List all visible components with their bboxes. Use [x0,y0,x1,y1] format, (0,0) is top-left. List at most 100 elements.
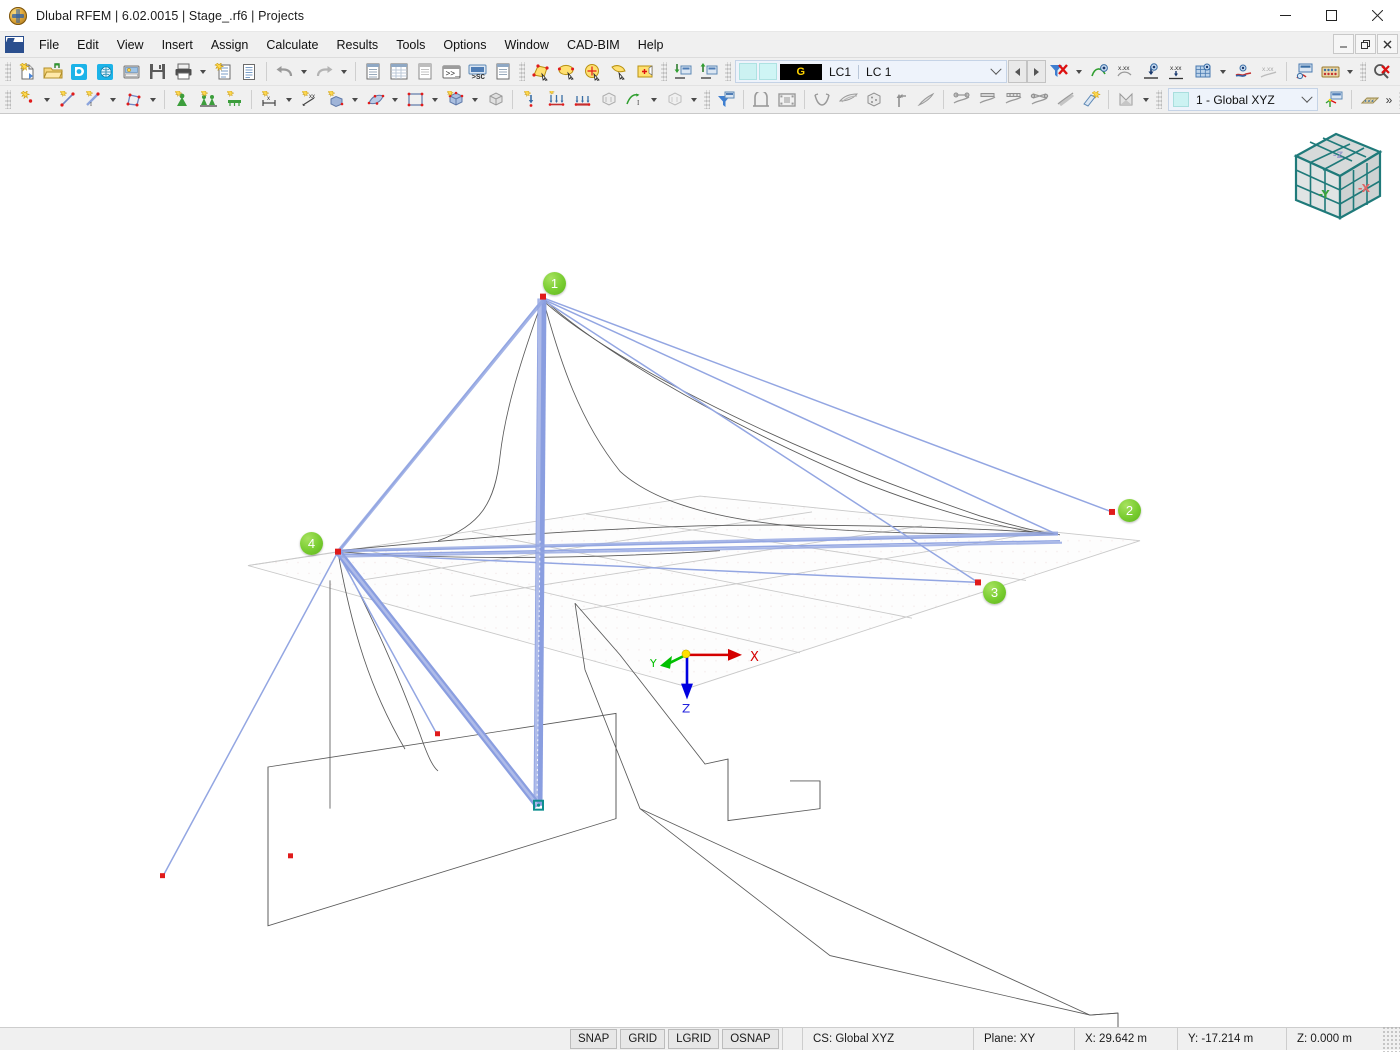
work-plane-grid-icon[interactable] [1356,87,1382,112]
solid-set-caret[interactable] [468,87,482,112]
dlubal-center-icon[interactable] [66,59,92,84]
toolbar-grip-2[interactable] [519,62,525,81]
cable-icon[interactable] [809,87,835,112]
support-reaction-icon[interactable] [1138,59,1164,84]
mdi-close-button[interactable] [1377,34,1398,54]
release-2-icon[interactable] [974,87,1000,112]
line-support-icon[interactable] [195,87,221,112]
mdi-minimize-button[interactable] [1333,34,1354,54]
report-icon[interactable] [236,59,262,84]
node-badge-2[interactable]: 2 [1118,499,1141,522]
values-xxx-icon[interactable]: x.xx [1112,59,1138,84]
member-support-icon[interactable] [221,87,247,112]
select-add-icon[interactable] [632,59,658,84]
toolbar-grip[interactable] [5,62,11,81]
status-toggle-osnap[interactable]: OSNAP [722,1029,779,1049]
dimension-caret[interactable] [282,87,296,112]
nodal-load-icon[interactable] [517,87,543,112]
section-icon[interactable] [748,87,774,112]
member-load-icon[interactable] [569,87,595,112]
line-load-icon[interactable] [543,87,569,112]
new-surface-icon[interactable] [120,87,146,112]
menu-window[interactable]: Window [495,34,557,56]
block-icon[interactable] [482,87,508,112]
surface-set-icon[interactable] [362,87,388,112]
result-table-icon[interactable] [1317,59,1343,84]
filter-caret[interactable] [1072,59,1086,84]
export-icon[interactable] [696,59,722,84]
surface-results-icon[interactable] [1190,59,1216,84]
status-toggle-lgrid[interactable]: LGRID [668,1029,720,1049]
dimension-xx-icon[interactable]: xx [296,87,322,112]
menu-file[interactable]: File [30,34,68,56]
new-report-icon[interactable] [210,59,236,84]
menu-calculate[interactable]: Calculate [257,34,327,56]
node-badge-3[interactable]: 3 [983,581,1006,604]
toolbar2-overflow-icon[interactable]: » [1382,88,1396,111]
next-load-case-button[interactable] [1027,60,1046,83]
values-xxx-3-icon[interactable]: x.xx [1256,59,1282,84]
new-model-icon[interactable] [14,59,40,84]
result-table-caret[interactable] [1343,59,1357,84]
up-arrow-icon[interactable] [887,87,913,112]
close-button[interactable] [1354,0,1400,31]
values-xxx-2-icon[interactable]: x.xx [1164,59,1190,84]
toolbar-grip-4[interactable] [725,62,731,81]
imperfection-icon[interactable] [661,87,687,112]
opening-icon[interactable] [402,87,428,112]
slash-icon[interactable] [913,87,939,112]
previous-load-case-button[interactable] [1008,60,1027,83]
release-1-icon[interactable] [948,87,974,112]
free-load-icon[interactable]: I [621,87,647,112]
menu-edit[interactable]: Edit [68,34,108,56]
toolbar2-grip-2[interactable] [704,90,710,109]
surface-set-caret[interactable] [388,87,402,112]
opening-caret[interactable] [428,87,442,112]
menu-cad-bim[interactable]: CAD-BIM [558,34,629,56]
new-node-caret[interactable] [40,87,54,112]
script-icon[interactable]: >SC [464,59,490,84]
menu-results[interactable]: Results [328,34,388,56]
result-diagram-icon[interactable] [1291,59,1317,84]
imperfection-caret[interactable] [687,87,701,112]
cutting-plane-icon[interactable] [1078,87,1104,112]
menu-help[interactable]: Help [629,34,673,56]
release-4-icon[interactable] [1026,87,1052,112]
toolbar2-grip[interactable] [5,90,11,109]
surface-load-icon[interactable] [595,87,621,112]
select-objects-icon[interactable] [528,59,554,84]
release-3-icon[interactable] [1000,87,1026,112]
menu-view[interactable]: View [108,34,153,56]
undo-icon[interactable] [271,59,297,84]
menu-assign[interactable]: Assign [202,34,258,56]
release-5-icon[interactable] [1052,87,1078,112]
solid-caret[interactable] [348,87,362,112]
model-3d-scene[interactable]: X Y Z X Y Z [0,114,1400,1027]
resize-grip[interactable] [1383,1026,1400,1052]
coordinate-system-combo[interactable]: 1 - Global XYZ [1168,88,1318,111]
menu-options[interactable]: Options [434,34,495,56]
chevron-down-icon[interactable] [986,62,1006,81]
import-icon[interactable] [670,59,696,84]
membrane-icon[interactable] [835,87,861,112]
free-load-caret[interactable] [647,87,661,112]
dimension-x-icon[interactable]: x [256,87,282,112]
toolbar-grip-3[interactable] [661,62,667,81]
render-box-icon[interactable] [1395,59,1400,84]
table-grid-icon[interactable] [386,59,412,84]
model-properties-icon[interactable] [118,59,144,84]
chevron-down-icon-cs[interactable] [1297,90,1317,109]
new-member-icon[interactable]: I [80,87,106,112]
new-surface-caret[interactable] [146,87,160,112]
dlubal-network-icon[interactable] [92,59,118,84]
deformation-icon[interactable] [1086,59,1112,84]
visibility-icon[interactable] [1113,87,1139,112]
menu-tools[interactable]: Tools [387,34,434,56]
nodal-support-icon[interactable] [169,87,195,112]
save-icon[interactable] [144,59,170,84]
undo-caret[interactable] [297,59,311,84]
solid-set-icon[interactable] [442,87,468,112]
user-cs-icon[interactable] [1321,87,1347,112]
console-icon[interactable]: >>_ [438,59,464,84]
print-caret[interactable] [196,59,210,84]
